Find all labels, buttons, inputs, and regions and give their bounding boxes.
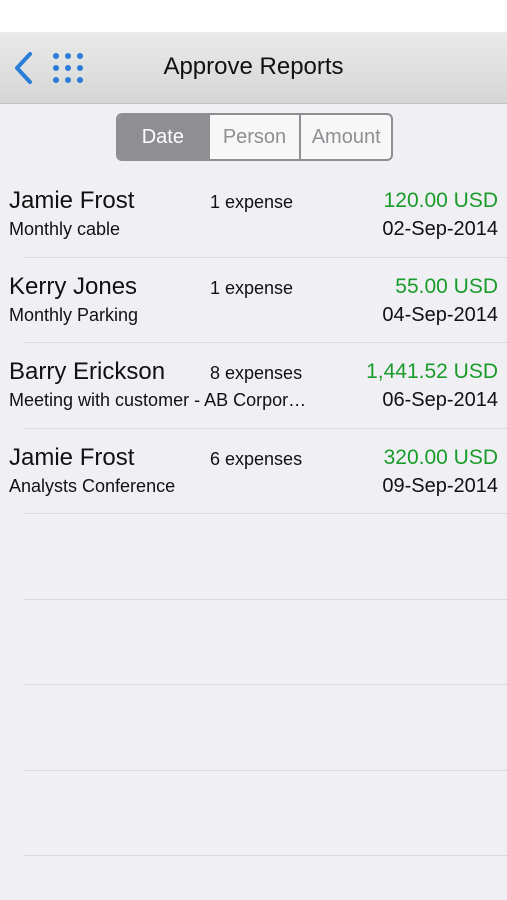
empty-row xyxy=(0,685,507,771)
empty-row xyxy=(0,771,507,856)
report-description: Monthly cable xyxy=(9,219,121,239)
report-date: 04-Sep-2014 xyxy=(382,303,498,326)
report-row[interactable]: Kerry Jones 1 expense 55.00 USD Monthly … xyxy=(0,258,507,343)
report-person: Jamie Frost xyxy=(9,443,135,471)
report-person: Kerry Jones xyxy=(9,272,138,300)
expense-count: 1 expense xyxy=(210,277,294,298)
report-amount: 120.00 USD xyxy=(383,189,498,212)
report-date: 06-Sep-2014 xyxy=(382,389,498,411)
report-row[interactable]: Jamie Frost 6 expenses 320.00 USD Analys… xyxy=(0,429,507,514)
report-list: Jamie Frost 1 expense 120.00 USD Monthly… xyxy=(0,172,507,514)
report-row[interactable]: Barry Erickson 8 expenses 1,441.52 USD M… xyxy=(0,343,507,429)
report-description: Meeting with customer - AB Corpor… xyxy=(9,390,307,410)
expense-count: 8 expenses xyxy=(210,363,303,383)
empty-list-area xyxy=(0,514,507,856)
report-date: 02-Sep-2014 xyxy=(382,218,498,240)
report-row[interactable]: Jamie Frost 1 expense 120.00 USD Monthly… xyxy=(0,172,507,258)
expense-count: 1 expense xyxy=(210,192,294,212)
report-person: Jamie Frost xyxy=(9,187,135,214)
expense-count: 6 expenses xyxy=(210,448,303,469)
page-title: Approve Reports xyxy=(163,53,344,80)
empty-row xyxy=(0,514,507,600)
report-amount: 55.00 USD xyxy=(395,274,498,298)
report-amount: 1,441.52 USD xyxy=(366,360,498,383)
sort-segmented-control: Date Person Amount xyxy=(116,113,393,161)
status-bar xyxy=(0,0,507,32)
report-amount: 320.00 USD xyxy=(383,445,498,469)
row-divider xyxy=(24,855,507,856)
report-description: Analysts Conference xyxy=(9,475,176,496)
sort-tab-date[interactable]: Date xyxy=(118,115,208,159)
report-date: 09-Sep-2014 xyxy=(382,474,498,497)
report-person: Barry Erickson xyxy=(9,358,166,385)
sort-tab-person[interactable]: Person xyxy=(207,115,300,159)
empty-row xyxy=(0,600,507,685)
sort-tab-amount[interactable]: Amount xyxy=(299,115,391,159)
report-description: Monthly Parking xyxy=(9,304,139,325)
navigation-bar: Approve Reports xyxy=(0,32,507,104)
